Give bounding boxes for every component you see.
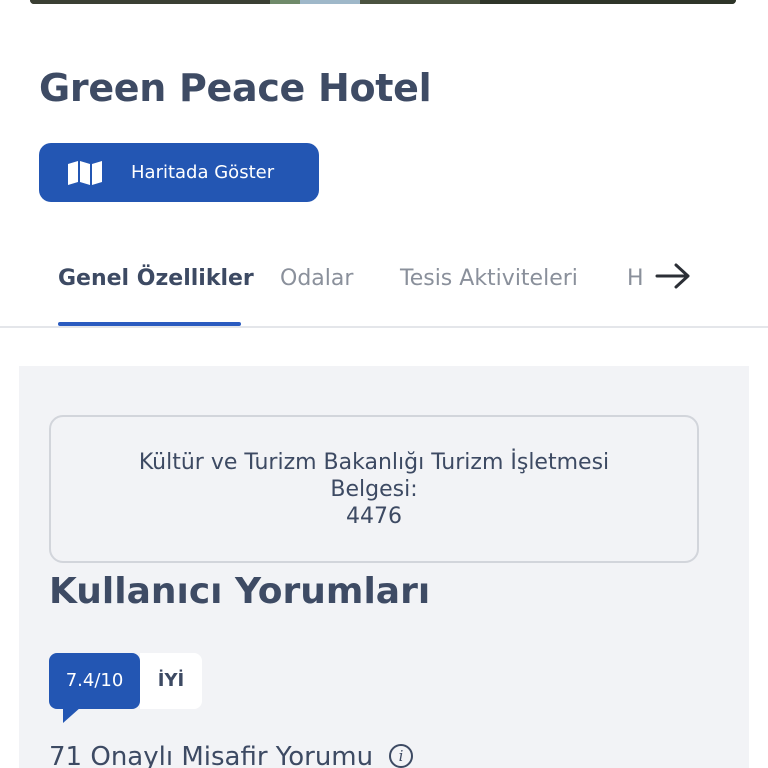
tab-bar: Genel Özellikler Odalar Tesis Aktivitele… xyxy=(0,258,768,328)
license-number: 4476 xyxy=(346,503,402,529)
hotel-title: Green Peace Hotel xyxy=(39,66,432,110)
tab-rooms[interactable]: Odalar xyxy=(280,266,353,291)
license-text-line1: Kültür ve Turizm Bakanlığı Turizm İşletm… xyxy=(138,449,610,475)
tab-truncated[interactable]: H xyxy=(627,266,644,291)
rating-badge-tail xyxy=(63,707,81,723)
tab-facility-activities[interactable]: Tesis Aktiviteleri xyxy=(400,266,578,291)
show-on-map-label: Haritada Göster xyxy=(131,162,275,183)
reviews-title: Kullanıcı Yorumları xyxy=(49,571,431,612)
info-icon[interactable]: i xyxy=(389,744,413,768)
tourism-license-card: Kültür ve Turizm Bakanlığı Turizm İşletm… xyxy=(49,415,699,563)
active-tab-indicator xyxy=(58,322,241,326)
hero-image-strip xyxy=(30,0,736,4)
map-icon xyxy=(68,161,102,185)
rating-score: 7.4/10 xyxy=(49,653,140,709)
review-count[interactable]: 71 Onaylı Misafir Yorumu xyxy=(49,742,373,768)
details-panel: Kültür ve Turizm Bakanlığı Turizm İşletm… xyxy=(19,366,749,768)
license-text-line2: Belgesi: xyxy=(330,476,418,502)
rating-word: İYİ xyxy=(140,653,202,709)
tab-general-features[interactable]: Genel Özellikler xyxy=(58,266,254,291)
arrow-right-icon[interactable] xyxy=(654,260,692,292)
show-on-map-button[interactable]: Haritada Göster xyxy=(39,143,319,202)
